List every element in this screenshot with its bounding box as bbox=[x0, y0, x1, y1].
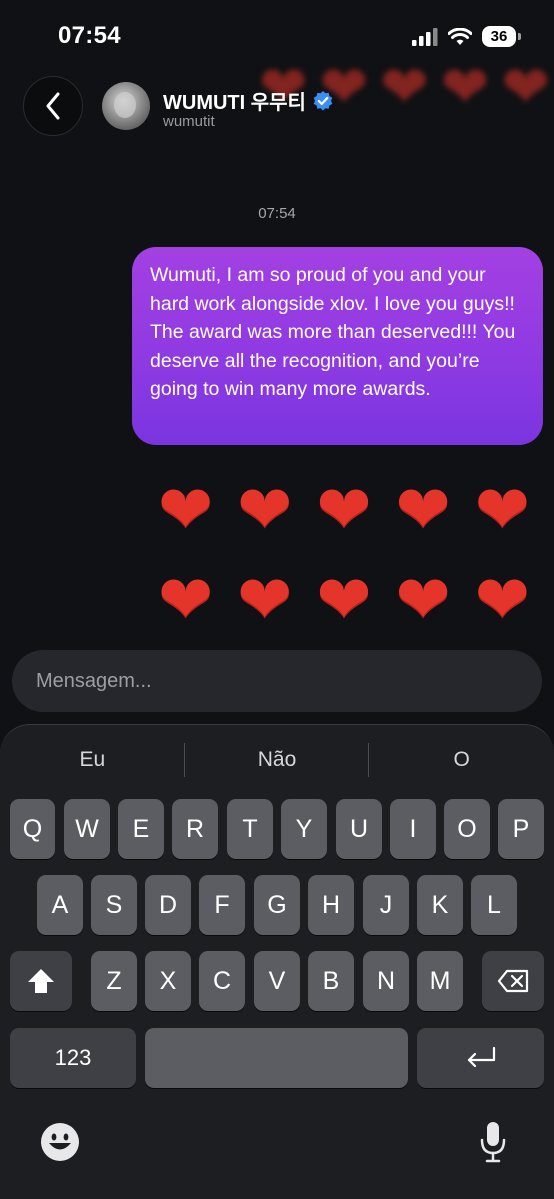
backspace-key[interactable] bbox=[482, 951, 544, 1011]
heart-emoji: ❤ bbox=[474, 471, 530, 548]
key-k[interactable]: K bbox=[417, 875, 463, 935]
suggestion-item[interactable]: Eu bbox=[0, 743, 185, 777]
shift-key[interactable] bbox=[10, 951, 72, 1011]
sent-message-bubble[interactable]: Wumuti, I am so proud of you and your ha… bbox=[132, 247, 543, 445]
key-q[interactable]: Q bbox=[10, 799, 55, 859]
key-x[interactable]: X bbox=[145, 951, 191, 1011]
key-r[interactable]: R bbox=[172, 799, 218, 859]
message-input[interactable] bbox=[12, 650, 542, 712]
heart-emoji: ❤ bbox=[316, 471, 372, 548]
key-j[interactable]: J bbox=[363, 875, 409, 935]
key-i[interactable]: I bbox=[390, 799, 436, 859]
key-o[interactable]: O bbox=[444, 799, 490, 859]
space-key[interactable] bbox=[145, 1028, 408, 1088]
heart-emoji: ❤ bbox=[237, 471, 293, 548]
contact-name: WUMUTI 우무티 bbox=[163, 92, 306, 114]
dictation-button[interactable] bbox=[478, 1120, 508, 1164]
hearts-message[interactable]: ❤ ❤ ❤ ❤ ❤ ❤ ❤ ❤ ❤ ❤ bbox=[146, 474, 542, 636]
suggestion-bar: Eu Não O bbox=[0, 743, 554, 777]
heart-emoji: ❤ bbox=[157, 561, 214, 638]
heart-emoji: ❤ bbox=[395, 561, 451, 638]
return-icon bbox=[467, 1046, 495, 1068]
battery-indicator: 36 bbox=[482, 26, 521, 47]
key-u[interactable]: U bbox=[336, 799, 382, 859]
avatar[interactable] bbox=[102, 82, 150, 130]
shift-arrow-icon bbox=[28, 969, 54, 993]
key-c[interactable]: C bbox=[199, 951, 245, 1011]
heart-emoji: ❤ bbox=[237, 561, 293, 638]
keyboard: Eu Não O Q W E R T Y U I O P A S D F G H… bbox=[0, 724, 554, 1199]
heart-emoji: ❤ bbox=[316, 561, 372, 638]
key-z[interactable]: Z bbox=[91, 951, 137, 1011]
heart-emoji: ❤ bbox=[157, 471, 214, 548]
signal-icon bbox=[412, 27, 438, 46]
key-e[interactable]: E bbox=[118, 799, 164, 859]
emoji-face-icon bbox=[41, 1123, 79, 1161]
key-m[interactable]: M bbox=[417, 951, 463, 1011]
key-h[interactable]: H bbox=[308, 875, 354, 935]
suggestion-item[interactable]: Não bbox=[185, 743, 370, 777]
header: 07:54 36 WUMUTI 우무티 wumutit bbox=[0, 0, 554, 180]
key-l[interactable]: L bbox=[471, 875, 517, 935]
key-t[interactable]: T bbox=[227, 799, 273, 859]
message-timestamp: 07:54 bbox=[258, 205, 296, 222]
key-n[interactable]: N bbox=[363, 951, 409, 1011]
key-f[interactable]: F bbox=[199, 875, 245, 935]
key-w[interactable]: W bbox=[64, 799, 110, 859]
status-icons: 36 bbox=[412, 26, 521, 47]
key-s[interactable]: S bbox=[91, 875, 137, 935]
wifi-icon bbox=[448, 27, 472, 45]
back-button[interactable] bbox=[23, 76, 83, 136]
key-p[interactable]: P bbox=[498, 799, 544, 859]
emoji-button[interactable] bbox=[40, 1122, 80, 1162]
status-time: 07:54 bbox=[58, 22, 121, 49]
key-b[interactable]: B bbox=[308, 951, 354, 1011]
key-a[interactable]: A bbox=[37, 875, 83, 935]
heart-emoji: ❤ bbox=[474, 561, 530, 638]
numbers-key[interactable]: 123 bbox=[10, 1028, 136, 1088]
key-g[interactable]: G bbox=[254, 875, 300, 935]
backspace-icon bbox=[497, 969, 529, 993]
chevron-left-icon bbox=[46, 92, 60, 120]
suggestion-item[interactable]: O bbox=[369, 743, 554, 777]
microphone-icon bbox=[480, 1122, 506, 1163]
contact-handle: wumutit bbox=[163, 113, 215, 130]
heart-emoji: ❤ bbox=[395, 471, 451, 548]
key-y[interactable]: Y bbox=[281, 799, 327, 859]
key-d[interactable]: D bbox=[145, 875, 191, 935]
key-v[interactable]: V bbox=[254, 951, 300, 1011]
contact-name-row[interactable]: WUMUTI 우무티 bbox=[163, 86, 334, 115]
return-key[interactable] bbox=[417, 1028, 544, 1088]
verified-badge-icon bbox=[313, 90, 333, 111]
